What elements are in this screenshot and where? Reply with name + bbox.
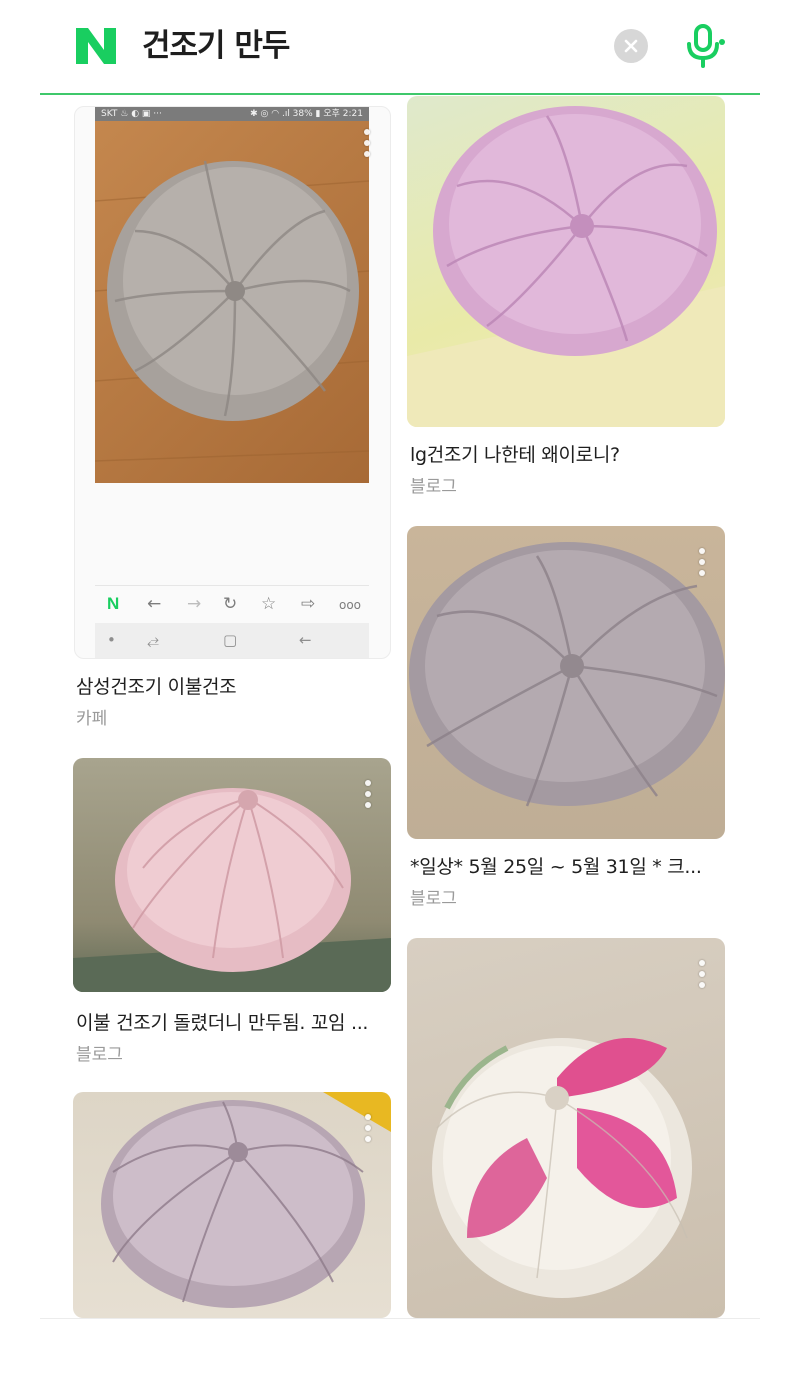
result-title[interactable]: *일상* 5월 25일 ~ 5월 31일 * 크... (410, 852, 702, 879)
more-options-icon[interactable] (363, 780, 373, 814)
home-square-icon: ▢ (223, 631, 238, 649)
result-image-dumpling-duvet[interactable] (73, 758, 391, 992)
result-title[interactable]: 삼성건조기 이불건조 (76, 672, 237, 699)
result-image-daily-log[interactable] (407, 526, 725, 839)
header-divider (40, 93, 760, 95)
bottom-divider (40, 1318, 760, 1319)
more-options-icon[interactable] (363, 1114, 373, 1148)
back-arrow-icon: ← (147, 594, 162, 614)
status-left-text: SKT ♨ ◐ ▣ ··· (101, 109, 162, 119)
dot-icon: • (107, 631, 116, 649)
result-image-samsung-dryer[interactable]: SKT ♨ ◐ ▣ ··· ✱ ◎ ◠ .ıl 38% ▮ 오후 2:21 N … (74, 106, 391, 659)
status-right-text: ✱ ◎ ◠ .ıl 38% ▮ 오후 2:21 (250, 109, 363, 119)
forward-arrow-icon: → (187, 594, 202, 614)
result-source[interactable]: 블로그 (410, 472, 457, 497)
naver-n-icon: N (107, 594, 120, 613)
phone-system-bar: • ⥄ ▢ ← (95, 623, 369, 658)
result-title[interactable]: lg건조기 나한테 왜이로니? (410, 440, 620, 467)
result-image-lilac-duvet[interactable] (73, 1092, 391, 1318)
system-back-icon: ← (299, 631, 312, 649)
recent-apps-icon: ⥄ (147, 631, 160, 649)
more-dots-icon: ooo (339, 598, 362, 612)
phone-status-bar: SKT ♨ ◐ ▣ ··· ✱ ◎ ◠ .ıl 38% ▮ 오후 2:21 (95, 107, 369, 121)
more-options-icon[interactable] (697, 548, 707, 582)
result-source[interactable]: 블로그 (76, 1040, 123, 1065)
search-query[interactable]: 건조기 만두 (142, 22, 290, 70)
more-options-icon[interactable] (362, 129, 372, 163)
browser-toolbar: N ← → ↻ ☆ ⇨ ooo (95, 585, 369, 623)
microphone-icon (687, 24, 725, 68)
naver-logo-icon[interactable] (74, 26, 118, 66)
clear-circle-icon (624, 39, 638, 53)
more-options-icon[interactable] (697, 960, 707, 994)
grey-duvet-photo (95, 121, 369, 483)
voice-search-button[interactable] (682, 22, 726, 70)
refresh-icon: ↻ (223, 594, 238, 614)
clear-search-button[interactable] (614, 29, 648, 63)
result-image-lg-dryer[interactable] (407, 96, 725, 427)
result-image-floral-duvet[interactable] (407, 938, 725, 1318)
star-icon: ☆ (261, 594, 277, 614)
result-source[interactable]: 카페 (76, 704, 107, 729)
result-source[interactable]: 블로그 (410, 884, 457, 909)
search-header: 건조기 만두 (0, 0, 800, 96)
result-title[interactable]: 이불 건조기 돌렸더니 만두됨. 꼬임 ... (76, 1008, 368, 1035)
share-icon: ⇨ (301, 594, 316, 614)
